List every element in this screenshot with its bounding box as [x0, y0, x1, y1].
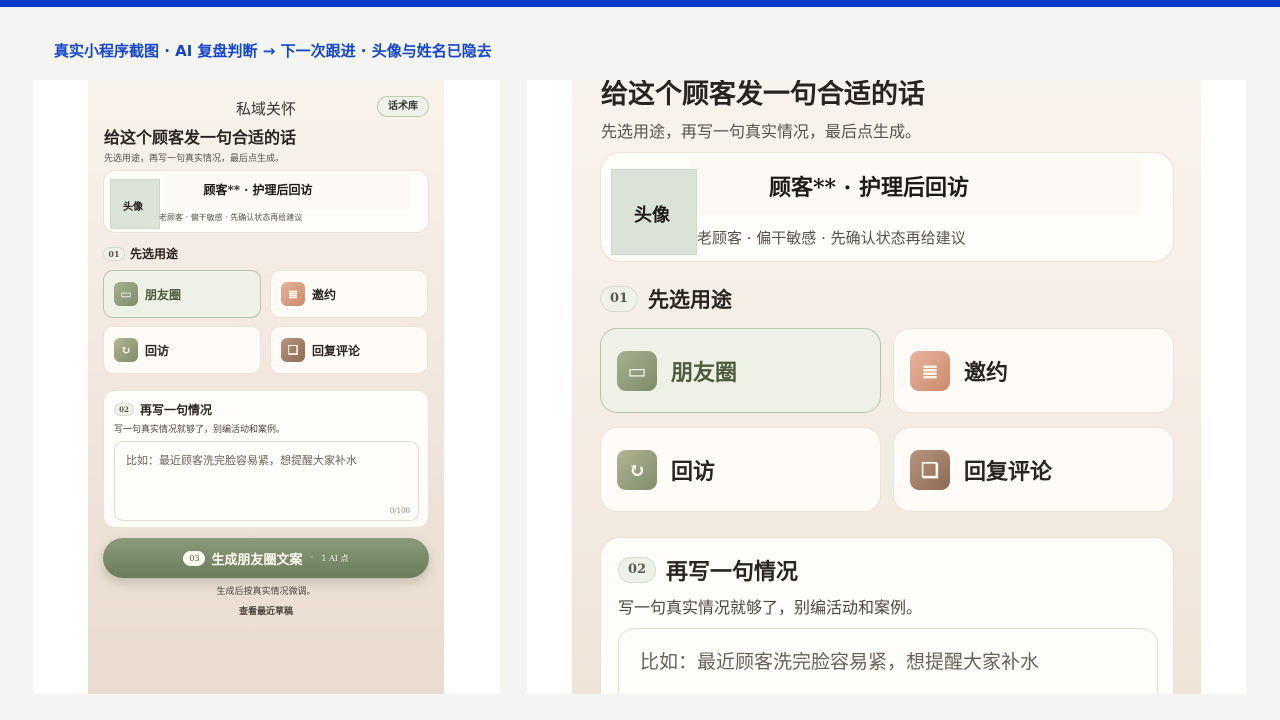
textarea-placeholder: 比如：最近顾客洗完脸容易紧，想提醒大家补水 [640, 651, 1040, 673]
follow-up-icon: ↻ [617, 449, 657, 490]
customer-card: 顾客** · 护理后回访 头像 老顾客 · 偏干敏感 · 先确认状态再给建议 [103, 170, 429, 233]
phone-screen: 私域关怀 话术库 给这个顾客发一句合适的话 先选用途，再写一句真实情况，最后点生… [88, 80, 444, 694]
generate-label: 生成朋友圈文案 [211, 552, 303, 568]
zoomed-phone-screen: 给这个顾客发一句合适的话 先选用途，再写一句真实情况，最后点生成。 顾客** ·… [572, 80, 1201, 694]
avatar-placeholder: 头像 [611, 169, 697, 255]
recent-drafts-link[interactable]: 查看最近草稿 [88, 604, 444, 617]
right-zoom-panel: 给这个顾客发一句合适的话 先选用途，再写一句真实情况，最后点生成。 顾客** ·… [527, 80, 1246, 694]
screenshot-caption: 真实小程序截图 · AI 复盘判断 → 下一次跟进 · 头像与姓名已隐去 [54, 42, 492, 60]
option-label: 回访 [671, 458, 716, 485]
avatar-label: 头像 [123, 202, 143, 213]
step2-title: 再写一句情况 [666, 559, 799, 585]
invite-note-icon: ≣ [281, 282, 305, 306]
step2-title: 再写一句情况 [140, 403, 213, 417]
main-subheading-zoomed: 先选用途，再写一句真实情况，最后点生成。 [601, 122, 922, 141]
footer-note: 生成后按真实情况微调。 [216, 587, 316, 597]
customer-meta: 老顾客 · 偏干敏感 · 先确认状态再给建议 [159, 213, 303, 222]
purpose-option-moments[interactable]: ▭ 朋友圈 [103, 270, 261, 318]
step1-heading-zoomed: 01 先选用途 [600, 284, 732, 314]
textarea-placeholder: 比如：最近顾客洗完脸容易紧，想提醒大家补水 [126, 454, 357, 467]
purpose-option-invite[interactable]: ≣ 邀约 [270, 270, 428, 318]
left-screenshot-panel: 私域关怀 话术库 给这个顾客发一句合适的话 先选用途，再写一句真实情况，最后点生… [33, 80, 500, 694]
step2-heading: 02 再写一句情况 [618, 554, 798, 586]
step1-title: 先选用途 [648, 287, 732, 312]
step1-heading: 01 先选用途 [103, 245, 178, 262]
customer-name: 顾客** · 护理后回访 [203, 183, 313, 197]
follow-up-icon: ↻ [114, 338, 138, 362]
option-label: 朋友圈 [671, 359, 738, 386]
option-label: 朋友圈 [145, 287, 182, 302]
step2-number: 02 [618, 557, 656, 583]
script-library-button[interactable]: 话术库 [377, 96, 429, 117]
top-accent-bar [0, 0, 1280, 7]
option-label: 邀约 [964, 359, 1009, 386]
step1-title: 先选用途 [130, 247, 179, 261]
customer-meta: 老顾客 · 偏干敏感 · 先确认状态再给建议 [697, 229, 966, 247]
situation-card-zoomed: 02 再写一句情况 写一句真实情况就够了，别编活动和案例。 比如：最近顾客洗完脸… [600, 537, 1174, 694]
situation-textarea[interactable]: 比如：最近顾客洗完脸容易紧，想提醒大家补水 [618, 628, 1158, 694]
purpose-option-reply-comment[interactable]: ❏ 回复评论 [270, 326, 428, 374]
comment-reply-icon: ❏ [281, 338, 305, 362]
purpose-option-moments-zoomed[interactable]: ▭ 朋友圈 [600, 328, 881, 413]
purpose-option-follow-up[interactable]: ↻ 回访 [103, 326, 261, 374]
main-heading-zoomed: 给这个顾客发一句合适的话 [601, 80, 925, 110]
step2-hint: 写一句真实情况就够了，别编活动和案例。 [618, 598, 923, 617]
generate-separator: · [310, 553, 314, 563]
option-label: 邀约 [312, 287, 337, 302]
option-label: 回复评论 [312, 343, 361, 358]
purpose-option-reply-comment-zoomed[interactable]: ❏ 回复评论 [893, 427, 1174, 512]
step2-hint: 写一句真实情况就够了，别编活动和案例。 [114, 425, 286, 435]
moments-icon: ▭ [114, 282, 138, 306]
avatar-label: 头像 [634, 205, 670, 226]
invite-note-icon: ≣ [910, 350, 950, 391]
customer-card-zoomed: 顾客** · 护理后回访 头像 老顾客 · 偏干敏感 · 先确认状态再给建议 [600, 152, 1174, 262]
step2-heading: 02 再写一句情况 [114, 401, 212, 418]
situation-card: 02 再写一句情况 写一句真实情况就够了，别编活动和案例。 比如：最近顾客洗完脸… [103, 390, 429, 528]
moments-icon: ▭ [617, 350, 657, 391]
main-heading: 给这个顾客发一句合适的话 [104, 128, 297, 147]
option-label: 回复评论 [964, 458, 1053, 485]
generate-button[interactable]: 03 生成朋友圈文案 · 1 AI 点 [103, 538, 429, 578]
avatar-placeholder: 头像 [110, 179, 160, 229]
step3-number: 03 [183, 550, 206, 566]
option-label: 回访 [145, 343, 170, 358]
step1-number: 01 [103, 246, 125, 261]
main-subheading: 先选用途，再写一句真实情况，最后点生成。 [104, 154, 285, 164]
char-counter: 0/100 [389, 507, 410, 515]
situation-textarea[interactable]: 比如：最近顾客洗完脸容易紧，想提醒大家补水 0/100 [114, 441, 419, 521]
step2-number: 02 [114, 403, 134, 416]
customer-name: 顾客** · 护理后回访 [769, 175, 969, 201]
purpose-option-invite-zoomed[interactable]: ≣ 邀约 [893, 328, 1174, 413]
comment-reply-icon: ❏ [910, 449, 950, 490]
ai-cost: 1 AI 点 [321, 553, 349, 563]
purpose-option-follow-up-zoomed[interactable]: ↻ 回访 [600, 427, 881, 512]
step1-number: 01 [600, 286, 638, 312]
